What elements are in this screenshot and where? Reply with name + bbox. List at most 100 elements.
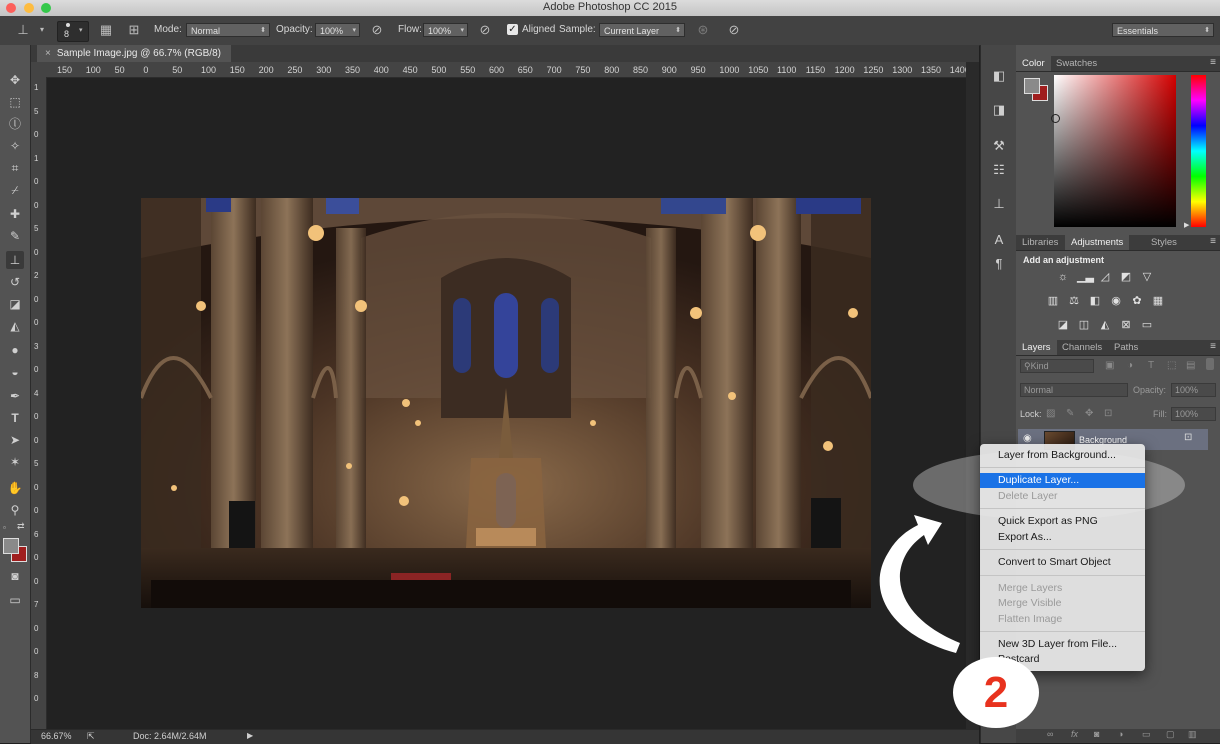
vertical-scrollbar[interactable]	[966, 62, 979, 729]
brightness-contrast-icon[interactable]: ☼	[1056, 271, 1070, 283]
filter-toggle[interactable]	[1206, 358, 1214, 370]
ignore-adjustment-layers-icon[interactable]: ⊛	[695, 22, 711, 38]
link-layers-icon[interactable]: ∞	[1047, 729, 1053, 739]
fill-field[interactable]: 100%	[1171, 407, 1216, 421]
history-brush-tool-icon[interactable]: ↺	[6, 273, 24, 291]
tab-channels[interactable]: Channels	[1056, 340, 1108, 355]
zoom-tool-icon[interactable]: ⚲	[6, 501, 24, 519]
airbrush-icon[interactable]: ⊘	[477, 22, 493, 38]
trash-icon[interactable]: ▥	[1188, 729, 1197, 740]
clone-stamp-tool-icon[interactable]: ⊥	[6, 251, 24, 269]
clone-source-panel-icon[interactable]: ⊥	[990, 195, 1008, 213]
crop-tool-icon[interactable]: ⌗	[6, 159, 24, 177]
share-icon[interactable]: ⇱	[87, 731, 95, 742]
invert-icon[interactable]: ◪	[1056, 319, 1070, 331]
vertical-ruler[interactable]: 1 5 0 1 0 0 5 0 2 0 0 3 0 4 0 0 5 0 0 6 0 0 7 0 0 8 0	[31, 77, 47, 729]
brush-tool-icon[interactable]: ✎	[6, 227, 24, 245]
tab-color[interactable]: Color	[1016, 56, 1051, 71]
type-tool-icon[interactable]: T	[6, 409, 24, 427]
brush-settings-icon[interactable]: ☷	[990, 161, 1008, 179]
mode-select[interactable]: Normal ⬍	[186, 23, 270, 37]
brush-preset-picker[interactable]: 8 ▾	[57, 21, 89, 42]
magic-wand-tool-icon[interactable]: ✧	[6, 137, 24, 155]
flow-field[interactable]: 100% ▾	[423, 23, 468, 37]
menu-item-new-3d-layer[interactable]: New 3D Layer from File...	[980, 637, 1145, 652]
menu-item-convert-smart-object[interactable]: Convert to Smart Object	[980, 555, 1145, 570]
character-panel-icon[interactable]: A	[990, 231, 1008, 249]
filter-type-icon[interactable]: T	[1148, 360, 1154, 371]
photo-filter-icon[interactable]: ◉	[1109, 295, 1123, 307]
lock-transparency-icon[interactable]: ▨	[1046, 408, 1055, 419]
layer-filter-select[interactable]: ⚲Kind	[1020, 359, 1094, 373]
shape-tool-icon[interactable]: ✶	[6, 453, 24, 471]
pressure-size-icon[interactable]: ⊘	[726, 22, 742, 38]
channel-mixer-icon[interactable]: ✿	[1130, 295, 1144, 307]
layer-opacity-field[interactable]: 100%	[1171, 383, 1216, 397]
black-white-icon[interactable]: ◧	[1088, 295, 1102, 307]
tab-paths[interactable]: Paths	[1108, 340, 1144, 355]
layer-blend-mode-select[interactable]: Normal	[1020, 383, 1128, 397]
filter-adjustment-icon[interactable]: ◑	[1127, 360, 1133, 371]
dodge-tool-icon[interactable]: ◒	[6, 363, 24, 381]
vibrance-icon[interactable]: ▽	[1140, 271, 1154, 283]
hue-saturation-icon[interactable]: ▥	[1046, 295, 1060, 307]
workspace-select[interactable]: Essentials ⬍	[1112, 23, 1214, 37]
paint-bucket-tool-icon[interactable]: ◭	[6, 317, 24, 335]
close-tab-icon[interactable]: ×	[45, 48, 51, 59]
foreground-color-swatch[interactable]	[3, 538, 19, 554]
horizontal-ruler[interactable]: 150 100 50 0 50 100 150 200 250 300 350 400 450 500 55…	[47, 62, 966, 78]
lasso-tool-icon[interactable]: ⓛ	[6, 115, 24, 133]
paragraph-panel-icon[interactable]: ¶	[990, 255, 1008, 273]
new-layer-icon[interactable]: ▢	[1166, 729, 1175, 740]
new-adjustment-layer-icon[interactable]: ◑	[1118, 729, 1123, 739]
sample-select[interactable]: Current Layer ⬍	[599, 23, 685, 37]
hue-slider-handle-icon[interactable]: ▶	[1184, 221, 1189, 229]
pressure-opacity-icon[interactable]: ⊘	[369, 22, 385, 38]
filter-pixel-icon[interactable]: ▣	[1105, 360, 1114, 371]
menu-item-quick-export-png[interactable]: Quick Export as PNG	[980, 514, 1145, 529]
color-panel-foreground-swatch[interactable]	[1024, 78, 1040, 94]
clone-stamp-tool-icon[interactable]: ⊥	[15, 22, 31, 38]
filter-smart-object-icon[interactable]: ▤	[1186, 360, 1195, 371]
tab-swatches[interactable]: Swatches	[1050, 56, 1103, 71]
tab-adjustments[interactable]: Adjustments	[1065, 235, 1130, 250]
curves-icon[interactable]: ◿	[1098, 271, 1112, 283]
eraser-tool-icon[interactable]: ◪	[6, 295, 24, 313]
default-colors-icon[interactable]: ▫	[3, 523, 6, 532]
color-field[interactable]	[1051, 75, 1176, 227]
healing-brush-tool-icon[interactable]: ✚	[6, 205, 24, 223]
color-lookup-icon[interactable]: ▦	[1151, 295, 1165, 307]
hue-slider[interactable]	[1191, 75, 1206, 227]
clone-source-panel-icon[interactable]: ⊞	[126, 22, 142, 38]
brush-panel-icon[interactable]: ▦	[98, 22, 114, 38]
path-selection-tool-icon[interactable]: ➤	[6, 431, 24, 449]
tab-layers[interactable]: Layers	[1016, 340, 1057, 355]
zoom-level[interactable]: 66.67%	[41, 731, 72, 741]
color-balance-icon[interactable]: ⚖	[1067, 295, 1081, 307]
history-panel-icon[interactable]: ◧	[990, 67, 1008, 85]
move-tool-icon[interactable]: ✥	[6, 71, 24, 89]
tool-preset-dropdown-icon[interactable]: ▾	[34, 22, 50, 38]
color-picker-cursor[interactable]	[1051, 114, 1060, 123]
eye-icon[interactable]: ◉	[1023, 433, 1032, 444]
hand-tool-icon[interactable]: ✋	[6, 479, 24, 497]
posterize-icon[interactable]: ◫	[1077, 319, 1091, 331]
eyedropper-tool-icon[interactable]: ⌿	[6, 181, 24, 199]
status-menu-arrow-icon[interactable]: ▶	[247, 731, 253, 740]
menu-item-layer-from-background[interactable]: Layer from Background...	[980, 448, 1145, 463]
document-image[interactable]	[141, 198, 871, 608]
pen-tool-icon[interactable]: ✒	[6, 387, 24, 405]
swap-colors-icon[interactable]: ⇄	[17, 521, 25, 532]
brush-panel-icon[interactable]: ⚒	[990, 137, 1008, 155]
lock-all-icon[interactable]: ⊡	[1104, 408, 1112, 419]
lock-position-icon[interactable]: ✥	[1085, 408, 1093, 419]
new-group-icon[interactable]: ▭	[1142, 729, 1151, 740]
quick-mask-icon[interactable]: ◙	[6, 567, 24, 585]
exposure-icon[interactable]: ◩	[1119, 271, 1133, 283]
panel-menu-icon[interactable]: ≡	[1210, 341, 1216, 352]
tab-styles[interactable]: Styles	[1145, 235, 1183, 250]
properties-panel-icon[interactable]: ◨	[990, 101, 1008, 119]
aligned-checkbox[interactable]: ✓	[507, 24, 518, 35]
add-mask-icon[interactable]: ◙	[1094, 729, 1099, 739]
tab-libraries[interactable]: Libraries	[1016, 235, 1064, 250]
